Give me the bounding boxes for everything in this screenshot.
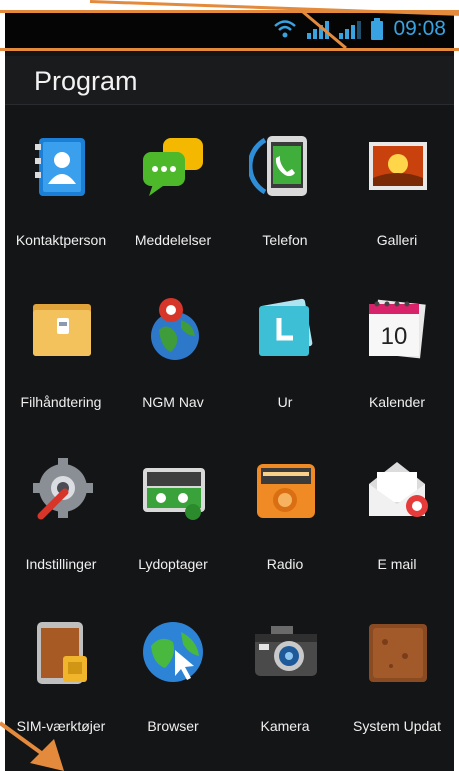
recorder-icon xyxy=(137,454,209,526)
app-galleri[interactable]: Galleri xyxy=(341,130,453,270)
app-label: Telefon xyxy=(262,232,308,248)
app-label: Indstillinger xyxy=(25,556,97,572)
signal-icon xyxy=(339,19,362,39)
contacts-icon xyxy=(25,130,97,202)
app-email[interactable]: E mail xyxy=(341,454,453,594)
camera-icon xyxy=(249,616,321,688)
system-update-icon xyxy=(361,616,433,688)
app-kontaktperson[interactable]: Kontaktperson xyxy=(5,130,117,270)
annotation-line xyxy=(0,48,459,51)
page-title: Program xyxy=(34,66,138,96)
app-ngm-nav[interactable]: NGM Nav xyxy=(117,292,229,432)
email-icon xyxy=(361,454,433,526)
wifi-icon xyxy=(273,19,297,39)
app-kalender[interactable]: 10 Kalender xyxy=(341,292,453,432)
sim-tools-icon xyxy=(25,616,97,688)
app-indstillinger[interactable]: Indstillinger xyxy=(5,454,117,594)
calendar-icon: 10 xyxy=(361,292,433,364)
radio-icon xyxy=(249,454,321,526)
browser-icon xyxy=(137,616,209,688)
app-label: Lydoptager xyxy=(138,556,208,572)
status-time: 09:08 xyxy=(393,17,446,40)
app-filhandtering[interactable]: Filhåndtering xyxy=(5,292,117,432)
clock-icon xyxy=(249,292,321,364)
app-drawer-header: Program xyxy=(5,56,454,105)
app-label: System Updat xyxy=(353,718,441,734)
globe-nav-icon xyxy=(137,292,209,364)
app-label: Kalender xyxy=(368,394,426,410)
phone-screen: 09:08 Program Kontaktperson Meddelelser … xyxy=(5,10,454,771)
app-system-update[interactable]: System Updat xyxy=(341,616,453,756)
app-label: Radio xyxy=(266,556,304,572)
annotation-arrow-icon xyxy=(0,721,64,771)
settings-icon xyxy=(25,454,97,526)
app-label: E mail xyxy=(377,556,417,572)
app-kamera[interactable]: Kamera xyxy=(229,616,341,756)
app-browser[interactable]: Browser xyxy=(117,616,229,756)
app-label: Filhåndtering xyxy=(20,394,102,410)
app-ur[interactable]: Ur xyxy=(229,292,341,432)
status-bar: 09:08 xyxy=(5,10,454,48)
folder-icon xyxy=(25,292,97,364)
app-lydoptager[interactable]: Lydoptager xyxy=(117,454,229,594)
app-label: Galleri xyxy=(376,232,418,248)
gallery-icon xyxy=(361,130,433,202)
calendar-badge: 10 xyxy=(381,323,408,350)
phone-icon xyxy=(247,130,321,202)
app-label: Browser xyxy=(147,718,199,734)
app-label: Kontaktperson xyxy=(15,232,107,248)
battery-icon xyxy=(371,18,384,40)
app-meddelelser[interactable]: Meddelelser xyxy=(117,130,229,270)
app-label: NGM Nav xyxy=(142,394,204,410)
app-telefon[interactable]: Telefon xyxy=(229,130,341,270)
app-label: Kamera xyxy=(260,718,310,734)
app-label: Meddelelser xyxy=(134,232,212,248)
app-label: Ur xyxy=(277,394,293,410)
messages-icon xyxy=(137,130,209,202)
app-radio[interactable]: Radio xyxy=(229,454,341,594)
